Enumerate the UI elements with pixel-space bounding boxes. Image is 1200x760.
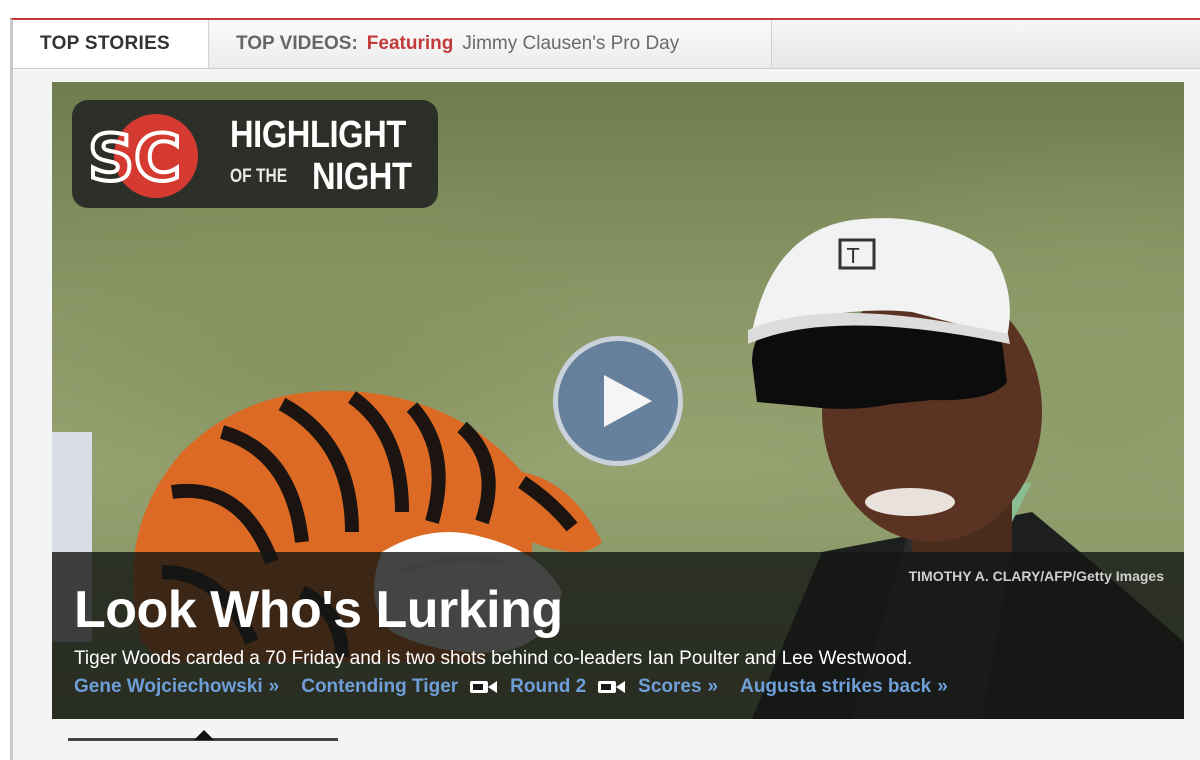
photo-credit: TIMOTHY A. CLARY/AFP/Getty Images bbox=[908, 568, 1164, 584]
svg-text:T: T bbox=[846, 244, 860, 268]
play-icon bbox=[604, 375, 652, 427]
carousel-indicator-pointer bbox=[194, 730, 214, 740]
featured-video-link[interactable]: Jimmy Clausen's Pro Day bbox=[462, 33, 679, 55]
related-links: Gene Wojciechowski » Contending Tiger Ro… bbox=[74, 676, 948, 698]
link-scores[interactable]: Scores bbox=[638, 676, 701, 698]
tab-top-videos[interactable]: TOP VIDEOS: Featuring Jimmy Clausen's Pr… bbox=[210, 20, 772, 68]
caption-bar: TIMOTHY A. CLARY/AFP/Getty Images Look W… bbox=[52, 552, 1184, 719]
link-arrow: » bbox=[268, 676, 280, 697]
play-video-button[interactable] bbox=[553, 336, 683, 466]
tab-top-stories-label: TOP STORIES bbox=[40, 33, 171, 54]
badge-line1: HIGHLIGHT bbox=[230, 114, 406, 156]
sc-highlight-badge: SC HIGHLIGHT OF THE NIGHT bbox=[72, 100, 438, 208]
link-augusta-strikes-back[interactable]: Augusta strikes back bbox=[740, 676, 931, 698]
link-round-2[interactable]: Round 2 bbox=[510, 676, 586, 698]
link-arrow: » bbox=[707, 676, 719, 697]
story-title[interactable]: Look Who's Lurking bbox=[74, 580, 563, 640]
badge-line2-big: NIGHT bbox=[312, 156, 412, 198]
link-gene-wojciechowski[interactable]: Gene Wojciechowski bbox=[74, 676, 263, 698]
tab-bar: TOP STORIES TOP VIDEOS: Featuring Jimmy … bbox=[13, 20, 1200, 69]
story-dek: Tiger Woods carded a 70 Friday and is tw… bbox=[74, 648, 913, 669]
tab-top-stories[interactable]: TOP STORIES bbox=[13, 20, 209, 68]
sportscenter-logo: SC bbox=[86, 114, 198, 198]
featuring-label: Featuring bbox=[366, 33, 454, 54]
badge-line2-small: OF THE bbox=[230, 166, 288, 187]
link-arrow: » bbox=[937, 676, 948, 697]
link-contending-tiger[interactable]: Contending Tiger bbox=[301, 676, 458, 698]
svg-text:SC: SC bbox=[88, 122, 181, 196]
video-icon[interactable] bbox=[598, 679, 626, 695]
video-icon[interactable] bbox=[470, 679, 498, 695]
tab-top-videos-label: TOP VIDEOS: bbox=[236, 33, 358, 54]
